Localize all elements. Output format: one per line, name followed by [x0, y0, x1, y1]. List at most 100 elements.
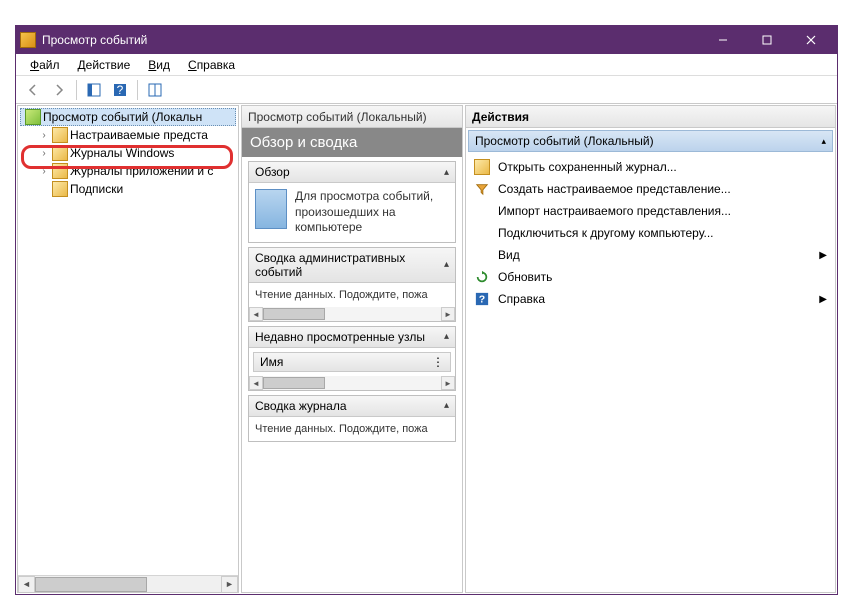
tree-item-custom-views[interactable]: › Настраиваемые предста: [20, 126, 236, 144]
scroll-left-icon[interactable]: ◄: [18, 576, 35, 593]
action-refresh[interactable]: Обновить: [470, 266, 831, 288]
blank-icon: [474, 225, 490, 241]
tree-root-label: Просмотр событий (Локальн: [43, 110, 202, 124]
event-viewer-icon: [25, 109, 41, 125]
minimize-button[interactable]: [701, 26, 745, 54]
scroll-right-icon[interactable]: ►: [221, 576, 238, 593]
action-label: Вид: [498, 248, 520, 262]
tree-item-label: Журналы приложений и с: [70, 164, 213, 178]
action-label: Подключиться к другому компьютеру...: [498, 226, 714, 240]
folder-open-icon: [474, 159, 490, 175]
scroll-left-icon[interactable]: ◄: [249, 307, 263, 321]
action-label: Открыть сохраненный журнал...: [498, 160, 677, 174]
menu-file[interactable]: Файл: [22, 56, 68, 74]
back-button[interactable]: [22, 79, 44, 101]
tree-item-app-logs[interactable]: › Журналы приложений и с: [20, 162, 236, 180]
action-view[interactable]: Вид ▶: [470, 244, 831, 266]
menubar: Файл Действие Вид Справка: [16, 54, 837, 76]
scroll-right-icon[interactable]: ►: [441, 376, 455, 390]
section-header[interactable]: Недавно просмотренные узлы ▴: [249, 327, 455, 348]
summary-text: Чтение данных. Подождите, пожа: [249, 417, 455, 441]
panes-button[interactable]: [144, 79, 166, 101]
action-help[interactable]: ? Справка ▶: [470, 288, 831, 310]
blank-icon: [474, 203, 490, 219]
submenu-arrow-icon: ▶: [819, 250, 827, 261]
svg-text:?: ?: [479, 294, 485, 306]
tree-root[interactable]: Просмотр событий (Локальн: [20, 108, 236, 126]
maximize-button[interactable]: [745, 26, 789, 54]
section-label: Обзор: [255, 165, 290, 179]
close-button[interactable]: [789, 26, 833, 54]
action-label: Обновить: [498, 270, 552, 284]
detail-title: Обзор и сводка: [242, 128, 462, 157]
mini-hscroll[interactable]: ◄ ►: [249, 376, 455, 390]
action-open-saved-log[interactable]: Открыть сохраненный журнал...: [470, 156, 831, 178]
tree-item-label: Журналы Windows: [70, 146, 174, 160]
action-create-custom-view[interactable]: Создать настраиваемое представление...: [470, 178, 831, 200]
section-header[interactable]: Обзор ▴: [249, 162, 455, 183]
show-tree-button[interactable]: [83, 79, 105, 101]
tree-panel: Просмотр событий (Локальн › Настраиваемы…: [17, 105, 239, 593]
actions-panel: Действия Просмотр событий (Локальный) ▴ …: [465, 105, 836, 593]
help-icon: ?: [474, 291, 490, 307]
tree-view[interactable]: Просмотр событий (Локальн › Настраиваемы…: [18, 106, 238, 575]
titlebar[interactable]: Просмотр событий: [16, 26, 837, 54]
action-label: Справка: [498, 292, 545, 306]
collapse-icon[interactable]: ▴: [821, 136, 826, 147]
admin-text: Чтение данных. Подождите, пожа: [249, 283, 455, 307]
separator: [137, 80, 138, 100]
action-label: Импорт настраиваемого представления...: [498, 204, 731, 218]
separator: [76, 80, 77, 100]
section-admin-summary: Сводка административных событий ▴ Чтение…: [248, 247, 456, 322]
tree-item-subscriptions[interactable]: Подписки: [20, 180, 236, 198]
chevron-up-icon[interactable]: ▴: [444, 331, 449, 342]
expand-icon[interactable]: ›: [38, 148, 50, 159]
section-header[interactable]: Сводка административных событий ▴: [249, 248, 455, 283]
detail-panel: Просмотр событий (Локальный) Обзор и сво…: [241, 105, 463, 593]
help-button[interactable]: ?: [109, 79, 131, 101]
section-label: Сводка административных событий: [255, 251, 444, 279]
actions-header: Действия: [466, 106, 835, 128]
detail-header: Просмотр событий (Локальный): [242, 106, 462, 128]
toolbar: ?: [16, 76, 837, 104]
tree-hscroll[interactable]: ◄ ►: [18, 575, 238, 592]
chevron-up-icon[interactable]: ▴: [444, 259, 449, 270]
column-resize[interactable]: ⋮: [432, 355, 444, 369]
refresh-icon: [474, 269, 490, 285]
expand-icon[interactable]: ›: [38, 166, 50, 177]
section-label: Сводка журнала: [255, 399, 347, 413]
action-connect-computer[interactable]: Подключиться к другому компьютеру...: [470, 222, 831, 244]
actions-subheader[interactable]: Просмотр событий (Локальный) ▴: [468, 130, 833, 152]
menu-help[interactable]: Справка: [180, 56, 243, 74]
action-import-custom-view[interactable]: Импорт настраиваемого представления...: [470, 200, 831, 222]
folder-icon: [52, 145, 68, 161]
scroll-left-icon[interactable]: ◄: [249, 376, 263, 390]
section-overview: Обзор ▴ Для просмотра событий, произошед…: [248, 161, 456, 243]
folder-icon: [52, 181, 68, 197]
svg-text:?: ?: [117, 83, 124, 97]
actions-sub-label: Просмотр событий (Локальный): [475, 134, 654, 148]
expand-icon[interactable]: ›: [38, 130, 50, 141]
submenu-arrow-icon: ▶: [819, 294, 827, 305]
chevron-up-icon[interactable]: ▴: [444, 167, 449, 178]
folder-icon: [52, 127, 68, 143]
blank-icon: [474, 247, 490, 263]
scroll-right-icon[interactable]: ►: [441, 307, 455, 321]
section-label: Недавно просмотренные узлы: [255, 330, 425, 344]
mini-hscroll[interactable]: ◄ ►: [249, 307, 455, 321]
section-recent: Недавно просмотренные узлы ▴ Имя ⋮ ◄ ►: [248, 326, 456, 391]
menu-action[interactable]: Действие: [70, 56, 139, 74]
forward-button[interactable]: [48, 79, 70, 101]
column-name[interactable]: Имя: [260, 355, 283, 369]
overview-text: Для просмотра событий, произошедших на к…: [295, 189, 449, 236]
section-header[interactable]: Сводка журнала ▴: [249, 396, 455, 417]
chevron-up-icon[interactable]: ▴: [444, 400, 449, 411]
app-icon: [20, 32, 36, 48]
tree-item-windows-logs[interactable]: › Журналы Windows: [20, 144, 236, 162]
action-label: Создать настраиваемое представление...: [498, 182, 731, 196]
tree-item-label: Подписки: [70, 182, 123, 196]
actions-list: Открыть сохраненный журнал... Создать на…: [466, 154, 835, 312]
filter-icon: [474, 181, 490, 197]
menu-view[interactable]: Вид: [140, 56, 178, 74]
overview-icon: [255, 189, 287, 229]
